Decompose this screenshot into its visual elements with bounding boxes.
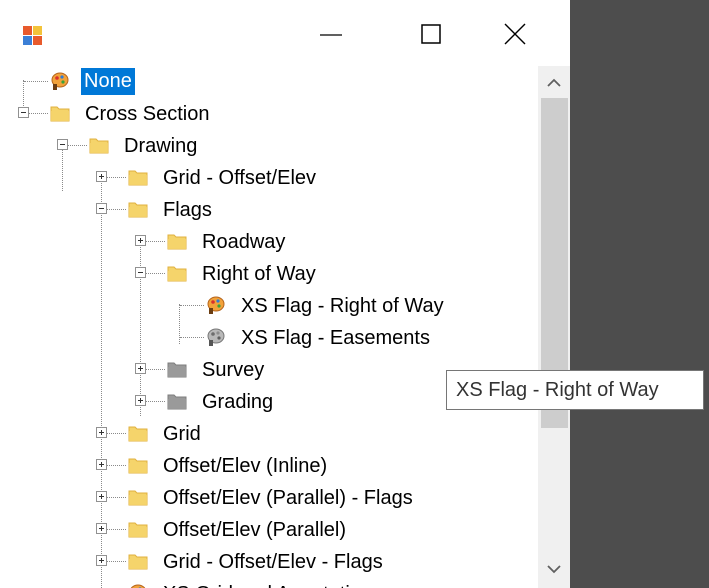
expand-icon[interactable] <box>96 491 107 502</box>
expand-icon[interactable] <box>96 171 107 182</box>
app-icon[interactable] <box>23 26 43 46</box>
tree-item-label: Grid - Offset/Elev - Flags <box>163 551 383 573</box>
folder-icon <box>128 200 148 218</box>
folder-icon <box>167 232 187 250</box>
close-button[interactable] <box>497 20 537 50</box>
folder-icon <box>128 168 148 186</box>
tree-item[interactable]: XS Flag - Easements <box>0 323 538 353</box>
chevron-up-icon <box>547 78 561 87</box>
expand-icon[interactable] <box>96 459 107 470</box>
flag-color-icon <box>206 295 226 315</box>
tree-item[interactable]: Drawing <box>0 131 538 161</box>
folder-icon <box>128 520 148 538</box>
folder-icon <box>89 136 109 154</box>
tree-item-label: Cross Section <box>85 103 210 125</box>
tree-item[interactable]: Offset/Elev (Inline) <box>0 451 538 481</box>
maximize-icon <box>421 24 441 44</box>
expand-icon[interactable] <box>135 395 146 406</box>
minimize-icon <box>320 34 342 36</box>
expand-icon[interactable] <box>135 363 146 374</box>
flag-color-icon <box>50 71 70 91</box>
folder-icon <box>128 424 148 442</box>
close-icon <box>504 23 526 45</box>
collapse-icon[interactable] <box>96 203 107 214</box>
tree-item[interactable]: Flags <box>0 195 538 225</box>
expand-icon[interactable] <box>135 235 146 246</box>
expand-icon[interactable] <box>96 523 107 534</box>
tree-item[interactable]: Cross Section <box>0 99 538 129</box>
tree-item-label: Offset/Elev (Inline) <box>163 455 328 477</box>
tree-item-label: Roadway <box>202 231 286 253</box>
folder-icon <box>128 456 148 474</box>
tree-item-label: Grid <box>163 423 201 445</box>
folder-gray-icon <box>167 360 187 378</box>
tree-item-label: Offset/Elev (Parallel) - Flags <box>163 487 413 509</box>
tree-item-label: Grading <box>202 391 274 413</box>
tree-item-label: Grid - Offset/Elev <box>163 167 317 189</box>
tree-item[interactable]: None <box>0 67 538 97</box>
maximize-button[interactable] <box>411 20 451 50</box>
tree-item-label: Drawing <box>124 135 198 157</box>
folder-gray-icon <box>167 392 187 410</box>
tree-item[interactable]: Grid <box>0 419 538 449</box>
expand-icon[interactable] <box>96 555 107 566</box>
background-panel <box>570 0 709 588</box>
scroll-down-button[interactable] <box>538 554 570 584</box>
tree-item[interactable]: XS Flag - Right of Way <box>0 291 538 321</box>
tree-item[interactable]: Grid - Offset/Elev - Flags <box>0 547 538 577</box>
tree-item[interactable]: XS Grid and Annotation <box>0 579 538 588</box>
tree-item-label: None <box>81 68 135 95</box>
tree-item[interactable]: Grid - Offset/Elev <box>0 163 538 193</box>
minimize-button[interactable] <box>312 20 352 50</box>
flag-gray-icon <box>206 327 226 347</box>
folder-icon <box>128 552 148 570</box>
tooltip: XS Flag - Right of Way <box>446 370 704 410</box>
folder-icon <box>167 264 187 282</box>
chevron-down-icon <box>547 565 561 574</box>
title-bar[interactable] <box>0 0 570 66</box>
collapse-icon[interactable] <box>57 139 68 150</box>
collapse-icon[interactable] <box>18 107 29 118</box>
tree-item[interactable]: Roadway <box>0 227 538 257</box>
tree-item[interactable]: Right of Way <box>0 259 538 289</box>
tree-view[interactable]: None Cross Section Drawing Grid - Offset/El… <box>0 66 538 588</box>
tree-item-label: Right of Way <box>202 263 316 285</box>
vertical-scrollbar[interactable] <box>538 66 570 588</box>
tree-window: None Cross Section Drawing Grid - Offset/El… <box>0 0 570 588</box>
tree-item-label: XS Grid and Annotation <box>163 579 372 588</box>
expand-icon[interactable] <box>96 427 107 438</box>
tree-item-label: Flags <box>163 199 212 221</box>
flag-color-icon <box>128 583 148 588</box>
tree-item-label: Survey <box>202 359 265 381</box>
tree-item-label: XS Flag - Easements <box>241 327 430 349</box>
folder-icon <box>128 488 148 506</box>
folder-icon <box>50 104 70 122</box>
tree-item-label: Offset/Elev (Parallel) <box>163 519 347 541</box>
scroll-up-button[interactable] <box>538 68 570 98</box>
tree-item[interactable]: Offset/Elev (Parallel) - Flags <box>0 483 538 513</box>
collapse-icon[interactable] <box>135 267 146 278</box>
tree-item-label: XS Flag - Right of Way <box>241 295 444 317</box>
tree-item[interactable]: Offset/Elev (Parallel) <box>0 515 538 545</box>
